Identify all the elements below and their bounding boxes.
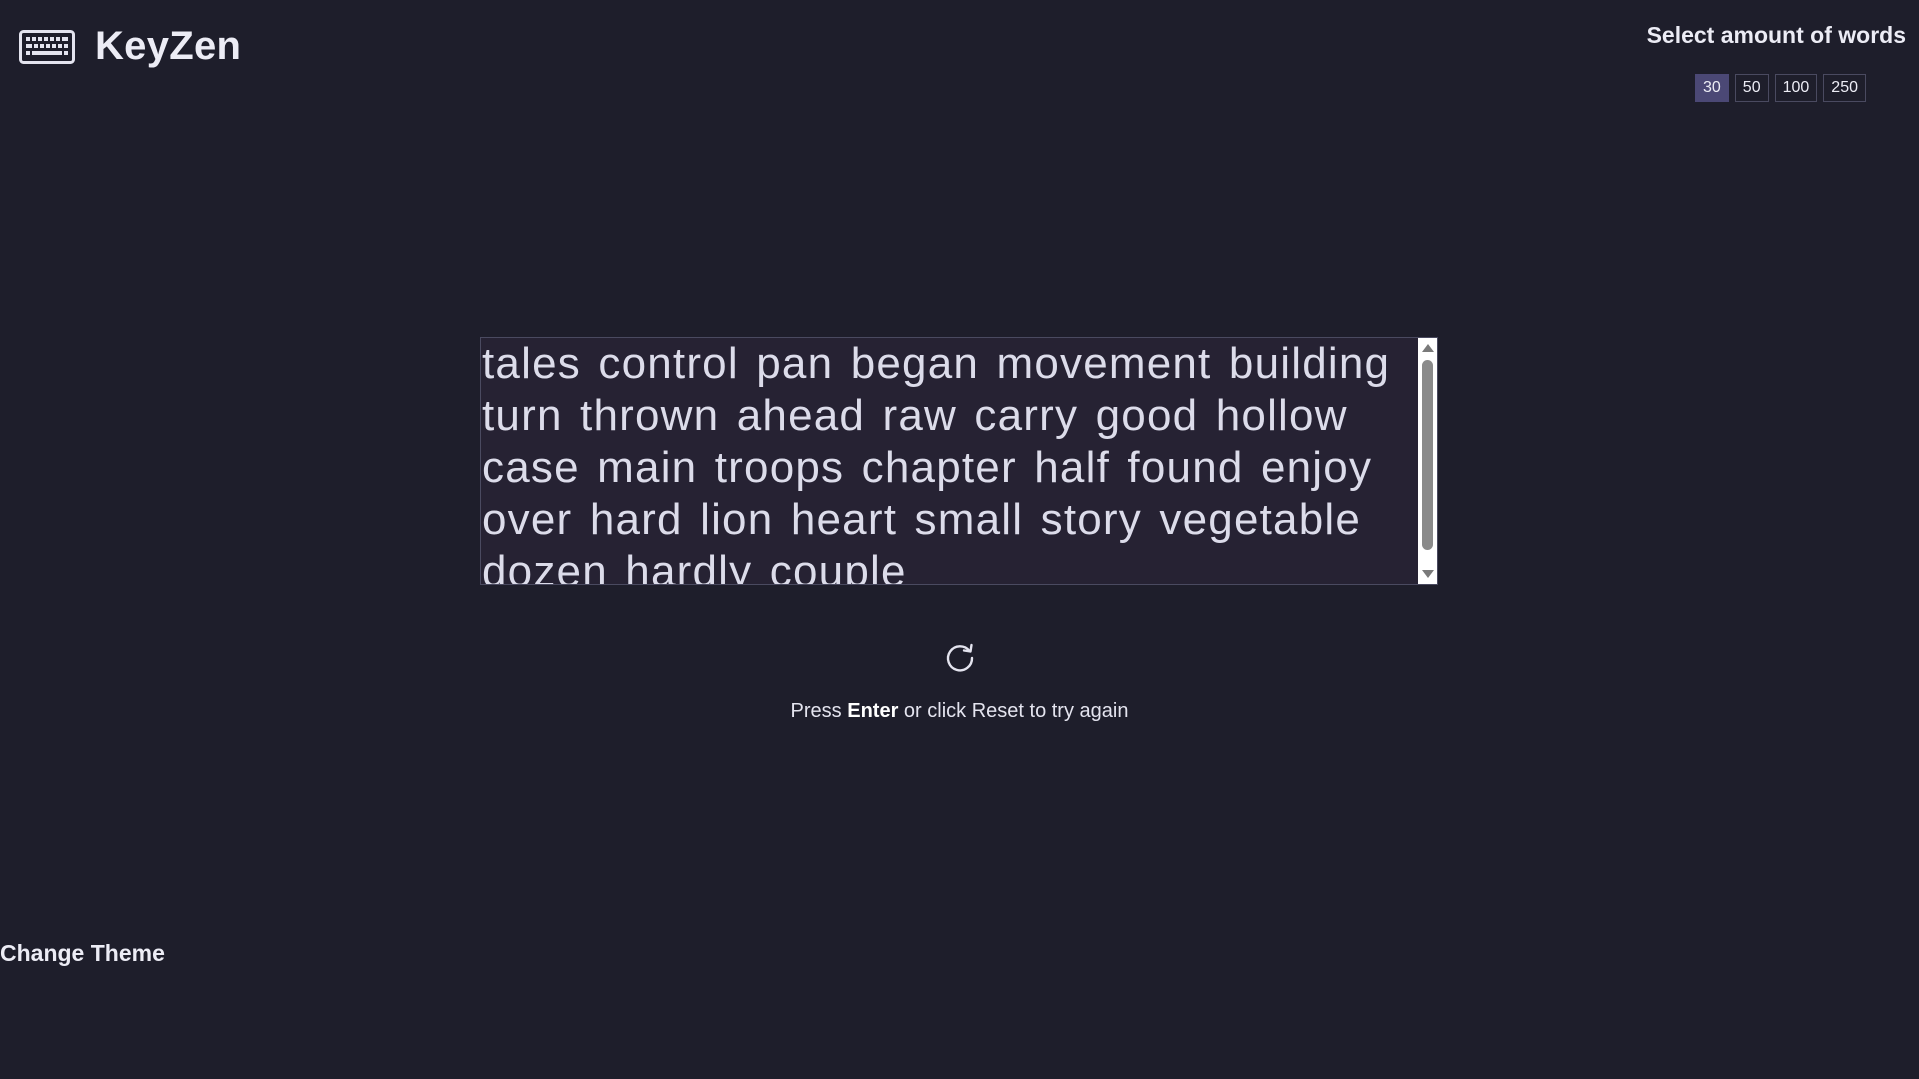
word-count-title: Select amount of words: [1646, 22, 1906, 48]
word-count-options: 30 50 100 250: [1695, 74, 1866, 102]
scroll-up-arrow-icon[interactable]: [1422, 344, 1434, 352]
hint-suffix: or click Reset to try again: [903, 700, 1129, 722]
word-count-50-button[interactable]: 50: [1734, 74, 1769, 102]
word-count-250-button[interactable]: 250: [1823, 74, 1866, 102]
change-theme-button[interactable]: Change Theme: [0, 940, 165, 967]
hint-key: Enter: [847, 700, 899, 722]
typing-text: tales control pan began movement buildin…: [482, 339, 1391, 585]
keyboard-icon: [19, 29, 75, 64]
app-title: KeyZen: [95, 24, 242, 68]
typing-textbox[interactable]: tales control pan began movement buildin…: [480, 337, 1438, 585]
textbox-scrollbar[interactable]: [1418, 338, 1437, 584]
word-count-30-button[interactable]: 30: [1695, 74, 1729, 102]
reset-icon: [946, 643, 974, 672]
scroll-down-arrow-icon[interactable]: [1422, 570, 1434, 578]
brand: KeyZen: [19, 24, 241, 69]
app-root: KeyZen Select amount of words 30 50 100 …: [0, 0, 1919, 1079]
word-count-100-button[interactable]: 100: [1774, 74, 1818, 102]
hint-prefix: Press: [790, 700, 842, 722]
reset-hint: Press Enter or click Reset to try again: [0, 700, 1919, 723]
scroll-thumb[interactable]: [1422, 360, 1433, 550]
reset-button[interactable]: [943, 640, 977, 674]
word-count-selector: Select amount of words 30 50 100 250: [1647, 22, 1906, 102]
